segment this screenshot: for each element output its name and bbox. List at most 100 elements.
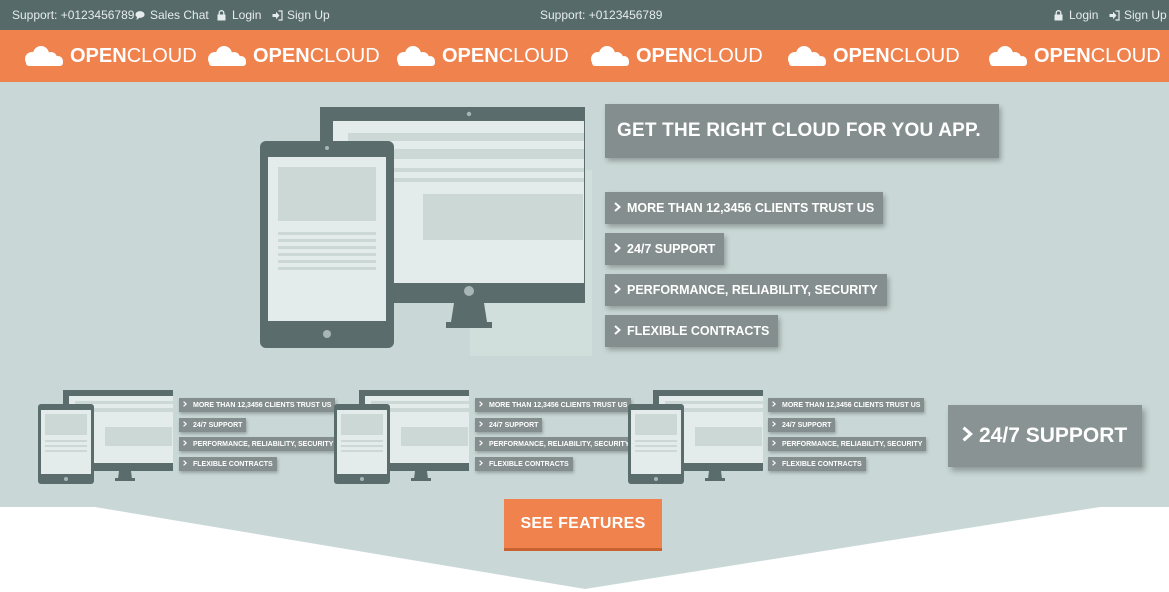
logo-bold-text: OPEN	[70, 44, 127, 67]
login-label: Login	[232, 8, 262, 22]
support-phone-text-center: Support: +0123456789	[540, 8, 663, 22]
feature-tag: FLEXIBLE CONTRACTS	[605, 315, 779, 347]
login-link-right[interactable]: Login	[1054, 8, 1098, 22]
chevron-right-icon	[479, 440, 484, 448]
chevron-right-icon	[479, 421, 484, 429]
logo-light-text: CLOUD	[1090, 44, 1161, 67]
chevron-right-icon	[614, 324, 622, 338]
cloud-icon	[397, 46, 435, 66]
logo-bold-text: OPEN	[1034, 44, 1091, 67]
chevron-right-icon	[614, 201, 622, 215]
feature-tag-small: PERFORMANCE, RELIABILITY, SECURITY	[475, 437, 634, 451]
support-badge-text: 24/7 SUPPORT	[979, 424, 1128, 447]
lock-icon	[1054, 9, 1065, 21]
see-features-button[interactable]: SEE FEATURES	[504, 499, 662, 548]
feature-text-small: PERFORMANCE, RELIABILITY, SECURITY	[489, 440, 630, 448]
cloud-icon	[208, 46, 246, 66]
logo-bold-text: OPEN	[253, 44, 310, 67]
sign-in-icon	[1109, 9, 1120, 21]
see-features-label: SEE FEATURES	[520, 514, 646, 532]
support-phone-text: Support: +0123456789	[12, 8, 135, 22]
feature-text-small: FLEXIBLE CONTRACTS	[782, 460, 862, 468]
feature-text: MORE THAN 12,3456 CLIENTS TRUST US	[627, 201, 875, 215]
feature-text-small: PERFORMANCE, RELIABILITY, SECURITY	[782, 440, 923, 448]
feature-tag-small: 24/7 SUPPORT	[179, 418, 247, 432]
devices-thumbnail	[38, 390, 173, 484]
logo-bold-text: OPEN	[833, 44, 890, 67]
sign-in-icon	[272, 9, 283, 21]
lock-icon	[217, 9, 228, 21]
feature-text: FLEXIBLE CONTRACTS	[627, 324, 770, 338]
signup-label-right: Sign Up	[1124, 8, 1167, 22]
support-badge: 24/7 SUPPORT	[948, 405, 1142, 467]
chevron-right-icon	[772, 440, 777, 448]
logo-light-text: CLOUD	[309, 44, 380, 67]
chevron-right-icon	[183, 421, 188, 429]
cloud-icon	[25, 46, 63, 66]
feature-text-small: MORE THAN 12,3456 CLIENTS TRUST US	[782, 401, 921, 409]
feature-tag: 24/7 SUPPORT	[605, 233, 725, 265]
feature-tag-small: FLEXIBLE CONTRACTS	[179, 457, 277, 471]
sales-chat-link[interactable]: Sales Chat	[135, 8, 209, 22]
chevron-right-icon	[772, 421, 777, 429]
chevron-right-icon	[772, 401, 777, 409]
login-label-right: Login	[1069, 8, 1099, 22]
feature-text-small: FLEXIBLE CONTRACTS	[193, 460, 273, 468]
support-phone-center[interactable]: Support: +0123456789	[540, 8, 662, 22]
feature-tag-small: MORE THAN 12,3456 CLIENTS TRUST US	[768, 398, 925, 412]
feature-tag: PERFORMANCE, RELIABILITY, SECURITY	[605, 274, 887, 306]
signup-link-right[interactable]: Sign Up	[1109, 8, 1167, 22]
feature-text-small: 24/7 SUPPORT	[782, 421, 832, 429]
chevron-right-icon	[183, 440, 188, 448]
logo-bold-text: OPEN	[636, 44, 693, 67]
feature-text-small: 24/7 SUPPORT	[489, 421, 539, 429]
logo-light-text: CLOUD	[498, 44, 569, 67]
logo-bold-text: OPEN	[442, 44, 499, 67]
cloud-icon	[788, 46, 826, 66]
signup-label: Sign Up	[287, 8, 330, 22]
chevron-right-icon	[614, 283, 622, 297]
devices-thumbnail	[628, 390, 763, 484]
feature-tag-small: MORE THAN 12,3456 CLIENTS TRUST US	[179, 398, 336, 412]
hero-headline: GET THE RIGHT CLOUD FOR YOU APP.	[605, 104, 999, 158]
feature-tag: MORE THAN 12,3456 CLIENTS TRUST US	[605, 192, 884, 224]
cloud-icon	[989, 46, 1027, 66]
logo-light-text: CLOUD	[692, 44, 763, 67]
chevron-right-icon	[962, 424, 974, 448]
feature-tag-small: PERFORMANCE, RELIABILITY, SECURITY	[179, 437, 338, 451]
top-bar: Support: +0123456789 Sales Chat Login Si…	[0, 0, 1169, 30]
logo-light-text: CLOUD	[126, 44, 197, 67]
feature-tag-small: MORE THAN 12,3456 CLIENTS TRUST US	[475, 398, 632, 412]
feature-text: 24/7 SUPPORT	[627, 242, 716, 256]
chevron-right-icon	[479, 401, 484, 409]
feature-tag-small: FLEXIBLE CONTRACTS	[475, 457, 573, 471]
feature-text-small: MORE THAN 12,3456 CLIENTS TRUST US	[489, 401, 628, 409]
chevron-right-icon	[614, 242, 622, 256]
devices-thumbnail	[334, 390, 469, 484]
feature-text-small: MORE THAN 12,3456 CLIENTS TRUST US	[193, 401, 332, 409]
feature-tag-small: 24/7 SUPPORT	[768, 418, 836, 432]
feature-text-small: 24/7 SUPPORT	[193, 421, 243, 429]
feature-tag-small: FLEXIBLE CONTRACTS	[768, 457, 866, 471]
chevron-right-icon	[183, 460, 188, 468]
chat-icon	[135, 10, 146, 21]
devices-illustration	[260, 107, 585, 348]
support-phone-link[interactable]: Support: +0123456789	[12, 8, 134, 22]
feature-text-small: PERFORMANCE, RELIABILITY, SECURITY	[193, 440, 334, 448]
hero-headline-text: GET THE RIGHT CLOUD FOR YOU APP.	[617, 120, 981, 141]
feature-text-small: FLEXIBLE CONTRACTS	[489, 460, 569, 468]
opencloud-logo[interactable]: OPENCLOUD	[203, 42, 380, 70]
hero-section: GET THE RIGHT CLOUD FOR YOU APP. MORE TH…	[0, 82, 1169, 592]
opencloud-logo[interactable]: OPENCLOUD	[984, 42, 1161, 70]
opencloud-logo[interactable]: OPENCLOUD	[392, 42, 569, 70]
feature-tag-small: 24/7 SUPPORT	[475, 418, 543, 432]
opencloud-logo[interactable]: OPENCLOUD	[586, 42, 763, 70]
chevron-right-icon	[479, 460, 484, 468]
opencloud-logo[interactable]: OPENCLOUD	[783, 42, 960, 70]
chevron-right-icon	[183, 401, 188, 409]
opencloud-logo[interactable]: OPENCLOUD	[20, 42, 197, 70]
signup-link-left[interactable]: Sign Up	[272, 8, 330, 22]
cloud-icon	[591, 46, 629, 66]
logo-light-text: CLOUD	[889, 44, 960, 67]
login-link-left[interactable]: Login	[217, 8, 261, 22]
